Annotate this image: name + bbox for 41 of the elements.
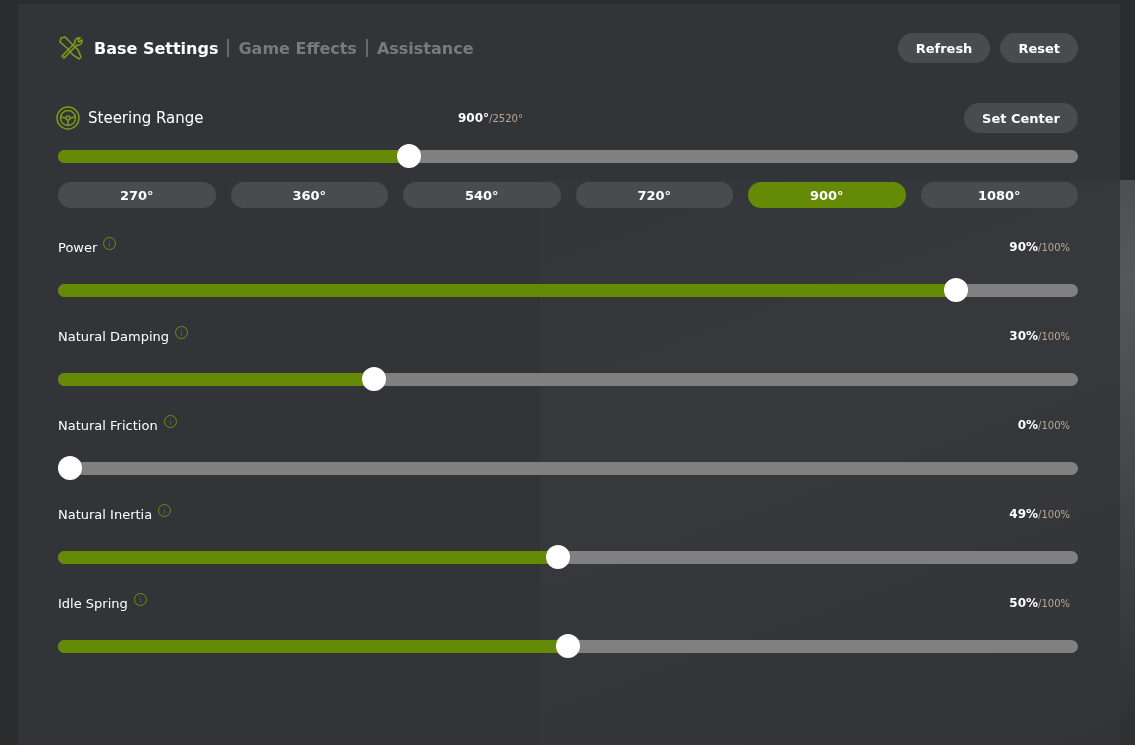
tools-icon	[58, 35, 84, 61]
preset-button[interactable]: 270°	[58, 182, 216, 208]
value-text: 0%	[1017, 418, 1039, 432]
preset-button[interactable]: 720°	[575, 182, 733, 208]
max-text: /100%	[1038, 331, 1070, 342]
info-icon[interactable]	[163, 414, 177, 428]
value-text: 49%	[1009, 507, 1039, 521]
max-text: /2520°	[489, 113, 523, 124]
info-icon[interactable]	[133, 592, 147, 606]
max-text: /100%	[1038, 420, 1070, 431]
tab[interactable]: Base Settings	[94, 38, 219, 58]
header-button[interactable]: Reset	[1000, 33, 1078, 63]
section-title: Steering Range	[88, 109, 205, 127]
max-text: /100%	[1038, 598, 1070, 609]
info-icon[interactable]	[175, 325, 189, 339]
slider-thumb[interactable]	[546, 545, 571, 569]
preset-button[interactable]: 900°	[748, 182, 906, 208]
preset-button[interactable]: 360°	[230, 182, 388, 208]
slider-thumb[interactable]	[944, 278, 969, 302]
steering-wheel-icon	[56, 106, 80, 130]
value-text: 50%	[1009, 596, 1039, 610]
slider-thumb[interactable]	[361, 367, 386, 391]
slider-label: Natural Damping	[58, 328, 170, 344]
preset-button[interactable]: 540°	[403, 182, 561, 208]
value-text: 90%	[1009, 240, 1039, 254]
value-text: 30%	[1009, 329, 1039, 343]
slider-thumb[interactable]	[396, 144, 421, 168]
header-button[interactable]: Refresh	[897, 33, 991, 63]
info-icon[interactable]	[158, 503, 172, 517]
preset-button[interactable]: 1080°	[920, 182, 1078, 208]
slider-label: Power	[58, 239, 98, 255]
slider-label: Natural Friction	[58, 417, 158, 433]
slider-label: Natural Inertia	[58, 506, 153, 522]
value-text: 900°	[458, 111, 490, 125]
max-text: /100%	[1038, 509, 1070, 520]
info-icon[interactable]	[103, 236, 117, 250]
set-center-button[interactable]: Set Center	[964, 103, 1078, 133]
max-text: /100%	[1038, 242, 1070, 253]
slider-thumb[interactable]	[58, 456, 82, 480]
slider-thumb[interactable]	[556, 634, 580, 658]
slider-label: Idle Spring	[58, 595, 128, 611]
